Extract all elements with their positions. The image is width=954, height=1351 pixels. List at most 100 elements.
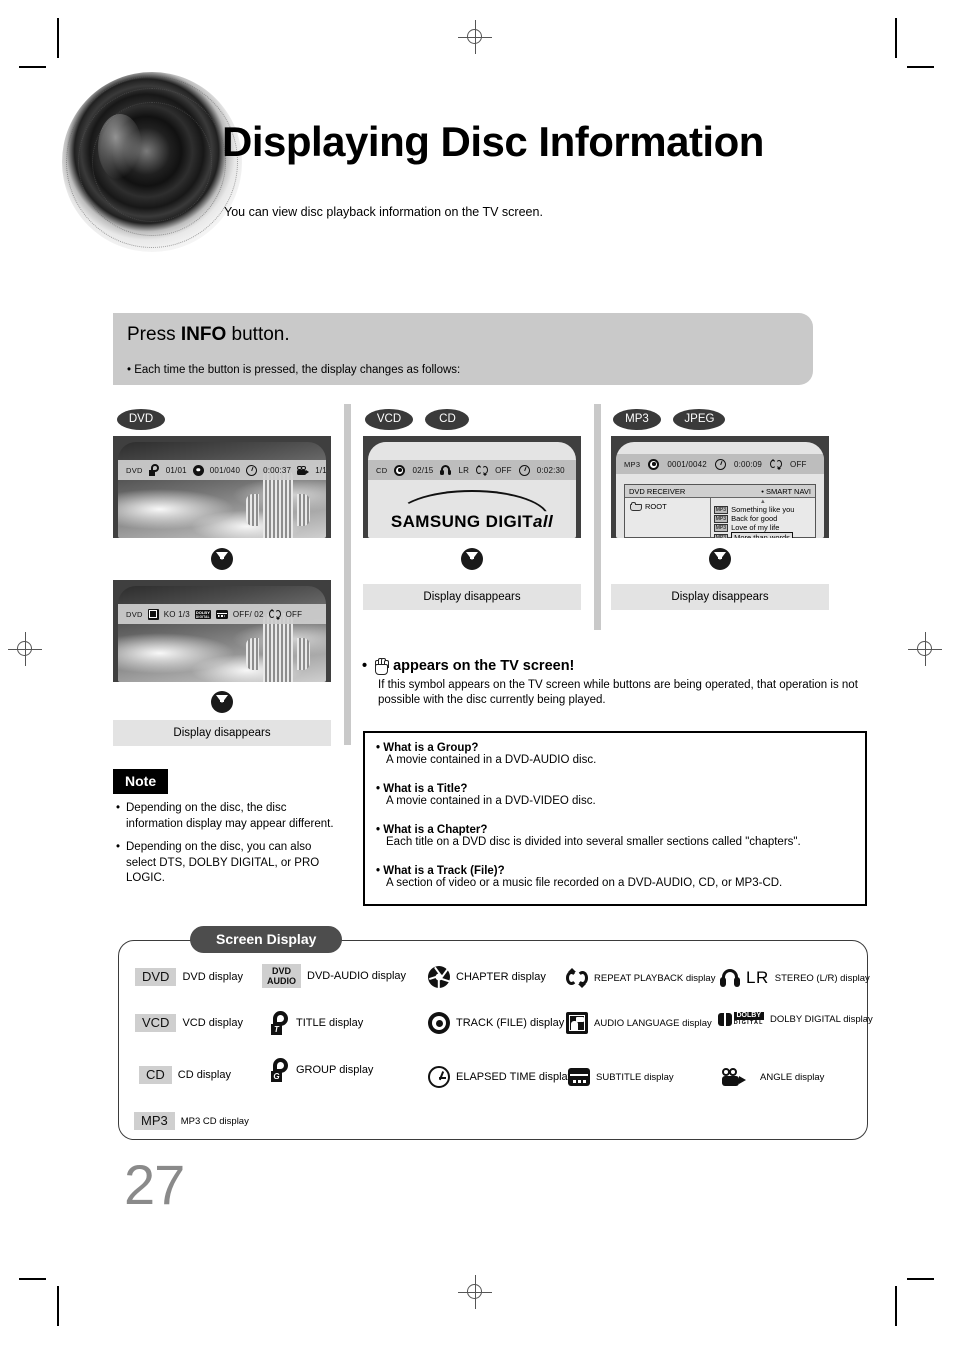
legend-label: AUDIO LANGUAGE display [594, 1017, 712, 1029]
vcd-badge-icon: VCD [135, 1014, 177, 1032]
navi-file-label: More than words [731, 532, 793, 538]
chapter-icon [428, 966, 451, 988]
legend-label: TRACK (FILE) display [456, 1017, 565, 1029]
screen-display-tab: Screen Display [190, 926, 343, 953]
repeat-playback-icon [476, 464, 489, 476]
legend-item-audio-language: AUDIO LANGUAGE display [566, 1012, 712, 1034]
crop-mark-top-right-h [907, 66, 934, 68]
legend-item-dolby-digital: DOLBY DIGITAL DOLBY DIGITAL display [718, 1012, 873, 1027]
hand-icon [372, 657, 389, 675]
cd-badge-icon: CD [139, 1066, 172, 1084]
note-item: • Depending on the disc, the disc inform… [116, 801, 344, 832]
dvd-osd-bar-1: DVD 01/01 001/040 0:00:37 1/1 [118, 460, 326, 480]
audio-language-icon [147, 608, 159, 620]
legend-item-stereo: LR STEREO (L/R) display [720, 968, 870, 988]
hand-note-heading-row: • appears on the TV screen! [362, 657, 862, 675]
title-icon-letter: T [271, 1024, 282, 1035]
definition-answer: A movie contained in a DVD-VIDEO disc. [386, 795, 596, 807]
legend-label: ANGLE display [760, 1071, 825, 1083]
crop-mark-top-left-v [57, 18, 59, 58]
osd-time-value: 0:00:37 [263, 465, 292, 475]
list-item[interactable]: MP3 Back for good [713, 514, 812, 523]
legend-item-dvd: DVD DVD display [135, 968, 243, 986]
dvd-osd-bar-2: DVD KO 1/3 OFF/ 02 OFF [118, 604, 326, 624]
osd-disc-type: DVD [126, 465, 143, 475]
navi-folder-pane: ROOT [625, 498, 711, 537]
track-icon [394, 464, 406, 476]
bullet: • [116, 802, 121, 814]
legend-item-title: T TITLE display [270, 1011, 363, 1035]
legend-label: TITLE display [296, 1017, 364, 1029]
group-icon-letter: G [271, 1071, 282, 1082]
elapsed-time-icon [518, 464, 530, 476]
elapsed-time-icon [428, 1066, 450, 1088]
navi-root-item[interactable]: ROOT [630, 502, 710, 511]
legend-label: VCD display [182, 1017, 243, 1029]
group-icon: G [270, 1058, 290, 1082]
flow-arrow-dvd-2 [211, 691, 233, 713]
osd-track-value: 02/15 [412, 465, 434, 475]
mp3-screen: MP3 0001/0042 0:00:09 OFF DVD RECEIVER •… [611, 436, 829, 538]
hand-note-heading: appears on the TV screen! [393, 658, 575, 674]
legend-label: CHAPTER display [456, 971, 546, 983]
smart-navi-panel: DVD RECEIVER • SMART NAVI ROOT ▲ MP3 Some… [624, 484, 816, 538]
definition-answer: A movie contained in a DVD-AUDIO disc. [386, 754, 597, 766]
column-divider-right [594, 404, 601, 630]
legend-item-cd: CD CD display [139, 1066, 231, 1084]
press-info-title: Press INFO button. [127, 324, 290, 345]
navi-title-bar: DVD RECEIVER • SMART NAVI [625, 485, 815, 498]
subtitle-icon [568, 1068, 590, 1086]
samsung-logo: SAMSUNG DIGITall [390, 512, 554, 531]
definition-item: What is a Group? A movie contained in a … [376, 742, 596, 766]
chapter-icon [192, 464, 204, 476]
disc-graphic [62, 72, 242, 252]
display-disappears-dvd: Display disappears [113, 720, 331, 746]
definition-question: What is a Chapter? [376, 824, 487, 836]
osd-time-value: 0:00:09 [733, 459, 763, 469]
legend-item-group: G GROUP display [270, 1058, 373, 1082]
display-disappears-mp3: Display disappears [611, 584, 829, 610]
note-badge: Note [113, 769, 169, 794]
registration-mark-top [458, 20, 492, 54]
definitions-box: What is a Group? A movie contained in a … [363, 731, 867, 906]
badge-row-mp3-jpeg: MP3 JPEG [613, 409, 726, 430]
cd-screen: CD 02/15 LR OFF 0:02:30 SAMSUNG DIGITall [363, 436, 581, 538]
osd-disc-type: DVD [126, 609, 143, 619]
legend-item-mp3: MP3 MP3 CD display [134, 1112, 249, 1130]
navi-file-pane: ▲ MP3 Something like you MP3 Back for good… [711, 498, 815, 538]
definition-answer: A section of video or a music file recor… [386, 877, 783, 889]
navi-file-label: Back for good [731, 514, 778, 523]
track-icon [648, 458, 660, 470]
hand-symbol-note: • appears on the TV screen! If this symb… [362, 657, 862, 708]
elapsed-time-icon [246, 464, 258, 476]
osd-repeat-value: OFF [495, 465, 512, 475]
display-disappears-cd: Display disappears [363, 584, 581, 610]
note-item-text: Depending on the disc, you can also sele… [126, 841, 320, 884]
disc-badge-vcd: VCD [365, 409, 413, 430]
list-item[interactable]: MP3 Love of my life [713, 523, 812, 532]
osd-chapter-value: 001/040 [209, 465, 241, 475]
hand-note-body: If this symbol appears on the TV screen … [378, 679, 858, 706]
stereo-icon [720, 969, 740, 987]
definition-question: What is a Track (File)? [376, 865, 505, 877]
legend-item-subtitle: SUBTITLE display [568, 1068, 674, 1086]
crop-mark-top-right-v [895, 18, 897, 58]
elapsed-time-icon [714, 458, 726, 470]
legend-item-angle: ANGLE display [722, 1068, 824, 1086]
crop-mark-bottom-right-v [895, 1286, 897, 1326]
osd-time-value: 0:02:30 [536, 465, 565, 475]
list-item[interactable]: MP3 Something like you [713, 505, 812, 514]
list-item-selected[interactable]: MP3 More than words [713, 532, 812, 538]
legend-item-vcd: VCD VCD display [135, 1014, 243, 1032]
osd-audio-language-value: KO 1/3 [163, 609, 190, 619]
track-icon [428, 1012, 450, 1034]
column-divider-left [344, 404, 351, 745]
mp3-osd-bar: MP3 0001/0042 0:00:09 OFF [616, 454, 824, 474]
osd-disc-type: CD [376, 465, 388, 475]
legend-item-repeat: REPEAT PLAYBACK display [566, 968, 715, 988]
page-title: Displaying Disc Information [222, 118, 764, 165]
flow-arrow-mp3 [709, 548, 731, 570]
crop-mark-bottom-left-h [19, 1278, 46, 1280]
osd-stereo-value: LR [458, 465, 470, 475]
subtitle-icon [215, 609, 228, 619]
